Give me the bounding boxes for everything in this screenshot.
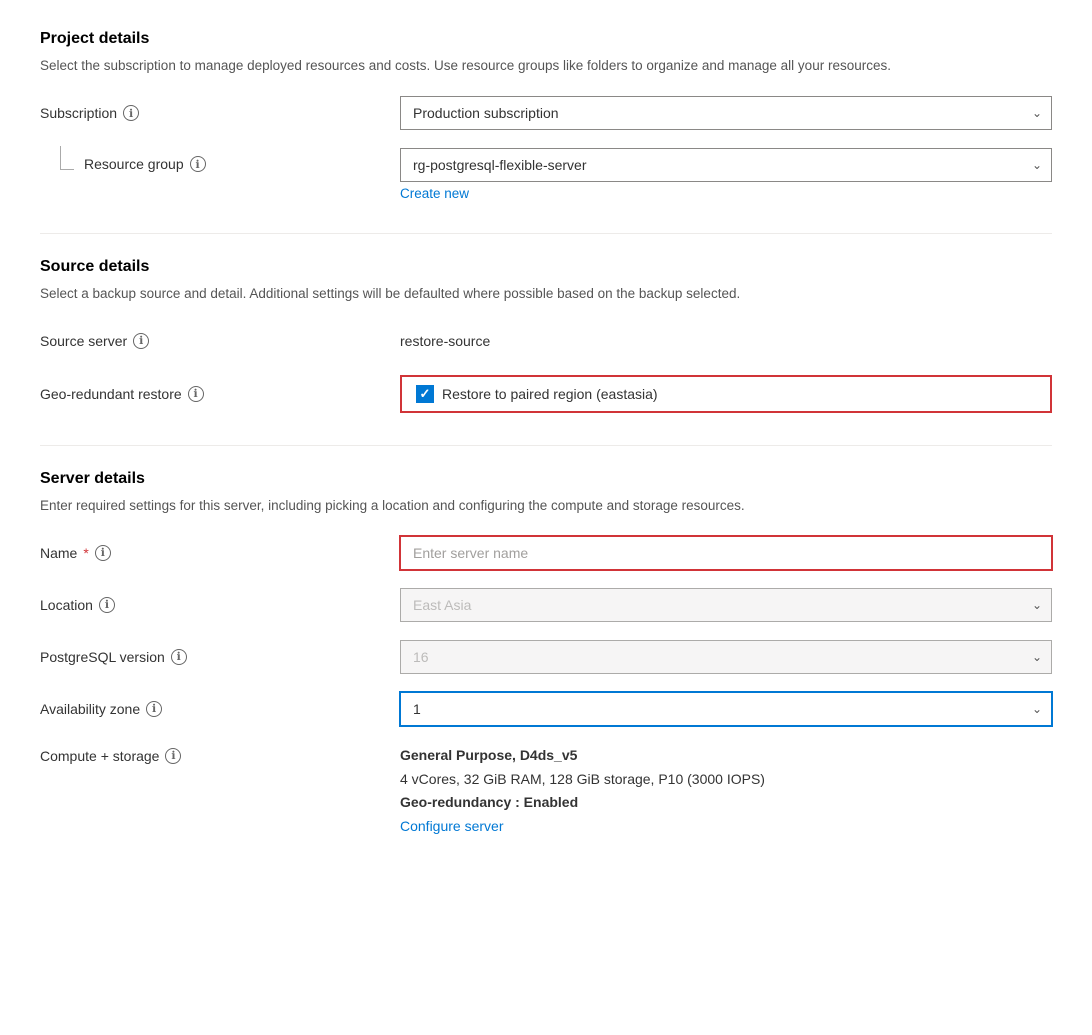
resource-group-label-col: Resource group ℹ: [40, 148, 400, 172]
resource-group-dropdown-wrapper: rg-postgresql-flexible-server rg-dev rg-…: [400, 148, 1052, 182]
subscription-dropdown[interactable]: Production subscription Dev subscription…: [400, 96, 1052, 130]
subscription-info-icon[interactable]: ℹ: [123, 105, 139, 121]
resource-group-control: rg-postgresql-flexible-server rg-dev rg-…: [400, 148, 1052, 201]
compute-storage-info-icon[interactable]: ℹ: [165, 748, 181, 764]
postgresql-version-dropdown[interactable]: 16 15 14 13: [400, 640, 1052, 674]
server-name-input[interactable]: [400, 536, 1052, 570]
postgresql-version-label: PostgreSQL version ℹ: [40, 649, 400, 665]
compute-line2: 4 vCores, 32 GiB RAM, 128 GiB storage, P…: [400, 768, 1052, 792]
source-details-section: Source details Select a backup source an…: [40, 258, 1052, 412]
location-dropdown[interactable]: East Asia East US West US West Europe: [400, 588, 1052, 622]
subscription-label: Subscription ℹ: [40, 105, 400, 121]
compute-storage-control: General Purpose, D4ds_v5 4 vCores, 32 Gi…: [400, 744, 1052, 839]
source-details-desc: Select a backup source and detail. Addit…: [40, 284, 1052, 304]
compute-storage-info: General Purpose, D4ds_v5 4 vCores, 32 Gi…: [400, 744, 1052, 839]
source-server-label: Source server ℹ: [40, 333, 400, 349]
subscription-row: Subscription ℹ Production subscription D…: [40, 96, 1052, 130]
source-server-info-icon[interactable]: ℹ: [133, 333, 149, 349]
project-details-section: Project details Select the subscription …: [40, 30, 1052, 201]
location-row: Location ℹ East Asia East US West US Wes…: [40, 588, 1052, 622]
geo-redundant-label: Geo-redundant restore ℹ: [40, 386, 400, 402]
compute-line1: General Purpose, D4ds_v5: [400, 744, 1052, 768]
location-label: Location ℹ: [40, 597, 400, 613]
source-server-row: Source server ℹ restore-source: [40, 325, 1052, 357]
project-details-desc: Select the subscription to manage deploy…: [40, 56, 1052, 76]
postgresql-version-dropdown-wrapper: 16 15 14 13 ⌄: [400, 640, 1052, 674]
postgresql-version-control: 16 15 14 13 ⌄: [400, 640, 1052, 674]
subscription-control: Production subscription Dev subscription…: [400, 96, 1052, 130]
source-server-static: restore-source: [400, 325, 1052, 357]
resource-group-row: Resource group ℹ rg-postgresql-flexible-…: [40, 148, 1052, 201]
divider-1: [40, 233, 1052, 234]
project-details-title: Project details: [40, 30, 1052, 48]
compute-storage-row: Compute + storage ℹ General Purpose, D4d…: [40, 744, 1052, 839]
availability-zone-dropdown[interactable]: 1 2 3 No preference: [400, 692, 1052, 726]
geo-redundant-row: Geo-redundant restore ℹ ✓ Restore to pai…: [40, 375, 1052, 413]
checkmark-icon: ✓: [420, 386, 431, 402]
postgresql-version-row: PostgreSQL version ℹ 16 15 14 13 ⌄: [40, 640, 1052, 674]
create-new-link[interactable]: Create new: [400, 186, 469, 201]
resource-group-dropdown[interactable]: rg-postgresql-flexible-server rg-dev rg-…: [400, 148, 1052, 182]
source-details-title: Source details: [40, 258, 1052, 276]
availability-zone-label: Availability zone ℹ: [40, 701, 400, 717]
server-name-row: Name * ℹ: [40, 536, 1052, 570]
configure-server-link[interactable]: Configure server: [400, 818, 504, 834]
source-server-value: restore-source: [400, 325, 1052, 357]
server-details-title: Server details: [40, 470, 1052, 488]
subscription-dropdown-wrapper: Production subscription Dev subscription…: [400, 96, 1052, 130]
geo-redundant-checkbox-container[interactable]: ✓ Restore to paired region (eastasia): [400, 375, 1052, 413]
resource-group-info-icon[interactable]: ℹ: [190, 156, 206, 172]
availability-zone-dropdown-wrapper: 1 2 3 No preference ⌄: [400, 692, 1052, 726]
geo-redundant-info-icon[interactable]: ℹ: [188, 386, 204, 402]
geo-redundant-control: ✓ Restore to paired region (eastasia): [400, 375, 1052, 413]
required-asterisk: *: [83, 545, 88, 561]
location-control: East Asia East US West US West Europe ⌄: [400, 588, 1052, 622]
availability-zone-control: 1 2 3 No preference ⌄: [400, 692, 1052, 726]
postgresql-version-info-icon[interactable]: ℹ: [171, 649, 187, 665]
availability-zone-info-icon[interactable]: ℹ: [146, 701, 162, 717]
location-dropdown-wrapper: East Asia East US West US West Europe ⌄: [400, 588, 1052, 622]
server-details-section: Server details Enter required settings f…: [40, 470, 1052, 839]
compute-storage-label: Compute + storage ℹ: [40, 744, 400, 764]
server-name-info-icon[interactable]: ℹ: [95, 545, 111, 561]
server-name-label: Name * ℹ: [40, 545, 400, 561]
divider-2: [40, 445, 1052, 446]
tree-line-icon: [60, 146, 74, 170]
server-details-desc: Enter required settings for this server,…: [40, 496, 1052, 516]
geo-redundant-checkbox-label: Restore to paired region (eastasia): [442, 386, 658, 402]
compute-line3: Geo-redundancy : Enabled: [400, 791, 1052, 815]
location-info-icon[interactable]: ℹ: [99, 597, 115, 613]
availability-zone-row: Availability zone ℹ 1 2 3 No preference …: [40, 692, 1052, 726]
geo-redundant-checkbox[interactable]: ✓: [416, 385, 434, 403]
resource-group-indent: Resource group ℹ: [40, 156, 206, 172]
server-name-control: [400, 536, 1052, 570]
